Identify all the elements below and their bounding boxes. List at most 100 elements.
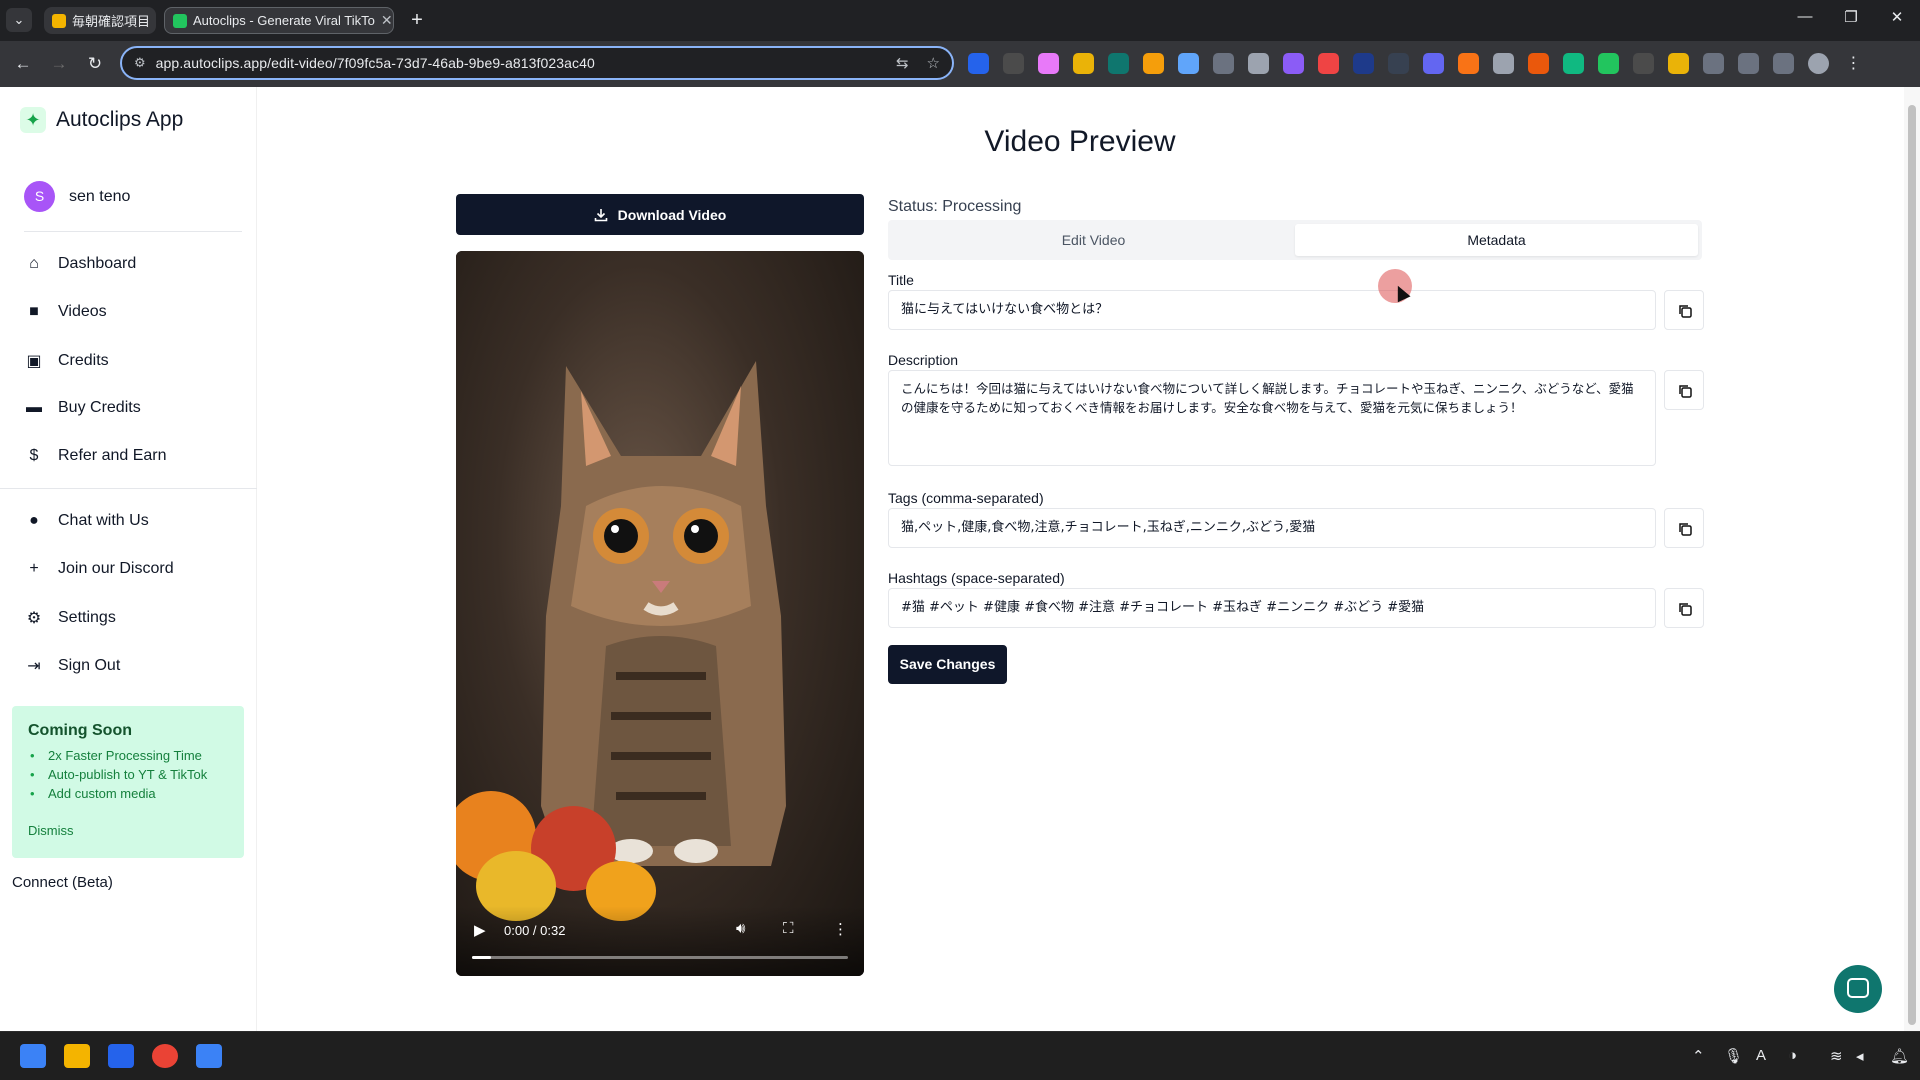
sidebar-item-videos[interactable]: ■ Videos <box>24 303 106 321</box>
tags-field[interactable]: 猫,ペット,健康,食べ物,注意,チョコレート,玉ねぎ,ニンニク,ぶどう,愛猫 <box>888 508 1656 548</box>
title-field[interactable]: 猫に与えてはいけない食べ物とは？ <box>888 290 1656 330</box>
address-url[interactable]: app.autoclips.app/edit-video/7f09fc5a-73… <box>156 55 595 71</box>
browser-toolbar: ← → ↻ ⚙ app.autoclips.app/edit-video/7f0… <box>0 41 1920 87</box>
sidebar-item-buy-credits[interactable]: ▬ Buy Credits <box>24 399 141 417</box>
tab-search-button[interactable]: ⌄ <box>6 8 32 32</box>
dismiss-link[interactable]: Dismiss <box>28 823 74 838</box>
volume-icon[interactable]: 🔊︎ <box>736 920 745 937</box>
hashtags-field[interactable]: #猫 #ペット #健康 #食べ物 #注意 #チョコレート #玉ねぎ #ニンニク … <box>888 588 1656 628</box>
connect-beta-label[interactable]: Connect (Beta) <box>12 874 113 891</box>
chrome-icon[interactable] <box>152 1044 178 1068</box>
browser-tab-bar: ⌄ 毎朝確認項目 Autoclips - Generate Viral TikT… <box>0 0 1920 41</box>
list-item: Auto-publish to YT & TikTok <box>30 767 228 782</box>
restore-icon[interactable]: ❐ <box>1831 8 1871 26</box>
page-scrollbar[interactable] <box>1904 87 1920 1031</box>
new-tab-button[interactable]: + <box>404 8 430 32</box>
extension-icon[interactable] <box>1528 53 1549 74</box>
extension-icon[interactable] <box>1003 53 1024 74</box>
copy-title-button[interactable] <box>1664 290 1704 330</box>
page-title: Video Preview <box>984 125 1176 158</box>
windows-start-icon[interactable] <box>20 1044 46 1068</box>
tab-close-icon[interactable]: ✕ <box>375 12 393 29</box>
fullscreen-icon[interactable]: ⛶ <box>783 920 794 937</box>
extension-icon[interactable] <box>1388 53 1409 74</box>
extension-icon[interactable] <box>1318 53 1339 74</box>
extension-icon[interactable] <box>1563 53 1584 74</box>
tab-edit-video[interactable]: Edit Video <box>892 224 1295 256</box>
description-textarea[interactable]: こんにちは！今回は猫に与えてはいけない食べ物について詳しく解説します。チョコレー… <box>888 370 1656 466</box>
extension-icon[interactable] <box>1423 53 1444 74</box>
notepad-icon[interactable] <box>196 1044 222 1068</box>
chevron-up-icon[interactable]: ⌃ <box>1692 1047 1705 1065</box>
wifi-icon[interactable]: ≋ <box>1830 1047 1843 1065</box>
reading-list-icon[interactable] <box>1738 53 1759 74</box>
sidebar: ✦ Autoclips App S sen teno ⌂ Dashboard ■… <box>0 87 257 1031</box>
tab-metadata[interactable]: Metadata <box>1295 224 1698 256</box>
notification-bell-icon[interactable]: 🔔︎ <box>1890 1047 1909 1065</box>
user-profile[interactable]: S sen teno <box>24 181 130 212</box>
download-video-label: Download Video <box>617 206 727 223</box>
extension-icon[interactable] <box>1353 53 1374 74</box>
extension-icon[interactable] <box>1038 53 1059 74</box>
sidebar-item-label: Sign Out <box>58 657 121 674</box>
sidebar-item-credits[interactable]: ▣ Credits <box>24 351 108 371</box>
vscode-icon[interactable] <box>108 1044 134 1068</box>
forward-arrow-icon[interactable]: → <box>48 53 70 75</box>
folder-icon <box>52 13 66 28</box>
site-info-icon[interactable]: ⚙ <box>134 55 146 71</box>
extension-icon[interactable] <box>1283 53 1304 74</box>
microphone-icon[interactable]: 🎙︎ <box>1724 1047 1743 1065</box>
status-icon[interactable]: ◑ <box>1788 1047 1797 1064</box>
copy-tags-button[interactable] <box>1664 508 1704 548</box>
sidebar-item-join-discord[interactable]: + Join our Discord <box>24 560 173 578</box>
file-explorer-icon[interactable] <box>64 1044 90 1068</box>
divider <box>24 231 242 232</box>
sidebar-item-refer-and-earn[interactable]: $ Refer and Earn <box>24 447 167 465</box>
copy-description-button[interactable] <box>1664 370 1704 410</box>
chat-bubble-icon <box>1847 978 1869 998</box>
minimize-icon[interactable]: — <box>1785 8 1825 25</box>
browser-tab-1[interactable]: 毎朝確認項目 <box>44 7 156 34</box>
extension-icon[interactable] <box>1633 53 1654 74</box>
chat-widget-button[interactable] <box>1834 965 1882 1013</box>
bookmark-star-icon[interactable]: ☆ <box>927 54 940 72</box>
download-icon[interactable] <box>1773 53 1794 74</box>
sidebar-item-dashboard[interactable]: ⌂ Dashboard <box>24 255 136 273</box>
extension-icon[interactable] <box>1213 53 1234 74</box>
extension-icon[interactable] <box>1143 53 1164 74</box>
extension-icon[interactable] <box>968 53 989 74</box>
extension-icon[interactable] <box>1108 53 1129 74</box>
scrollbar-thumb[interactable] <box>1908 105 1916 1025</box>
back-arrow-icon[interactable]: ← <box>12 53 34 75</box>
download-video-button[interactable]: Download Video <box>456 194 864 235</box>
more-vertical-icon[interactable]: ⋮ <box>1843 53 1864 74</box>
volume-icon[interactable]: ◂ <box>1856 1047 1864 1065</box>
save-changes-button[interactable]: Save Changes <box>888 645 1007 684</box>
address-bar[interactable]: ⚙ app.autoclips.app/edit-video/7f09fc5a-… <box>120 46 954 80</box>
sidebar-item-label: Chat with Us <box>58 512 149 529</box>
brand[interactable]: ✦ Autoclips App <box>20 107 183 133</box>
video-player[interactable]: ▶ 0:00 / 0:32 🔊︎ ⛶ ⋮ <box>456 251 864 976</box>
description-label: Description <box>888 352 959 368</box>
extension-icon[interactable] <box>1248 53 1269 74</box>
extension-icon[interactable] <box>1458 53 1479 74</box>
translate-icon[interactable]: ⇆ <box>896 54 909 72</box>
ime-icon[interactable]: A <box>1756 1047 1766 1064</box>
extension-icon[interactable] <box>1598 53 1619 74</box>
extension-icon[interactable] <box>1178 53 1199 74</box>
reload-icon[interactable]: ↻ <box>84 53 106 75</box>
puzzle-piece-icon[interactable] <box>1703 53 1724 74</box>
extension-icon[interactable] <box>1073 53 1094 74</box>
profile-avatar-icon[interactable] <box>1808 53 1829 74</box>
more-vertical-icon[interactable]: ⋮ <box>833 920 848 938</box>
extension-icon[interactable] <box>1493 53 1514 74</box>
sidebar-item-settings[interactable]: ⚙ Settings <box>24 608 116 628</box>
extension-icon[interactable] <box>1668 53 1689 74</box>
window-close-icon[interactable]: ✕ <box>1877 8 1917 26</box>
copy-hashtags-button[interactable] <box>1664 588 1704 628</box>
play-icon[interactable]: ▶ <box>474 921 486 939</box>
video-progress-track[interactable] <box>472 956 848 959</box>
sidebar-item-chat-with-us[interactable]: ● Chat with Us <box>24 512 149 530</box>
sidebar-item-sign-out[interactable]: ⇥ Sign Out <box>24 656 120 676</box>
browser-tab-2[interactable]: Autoclips - Generate Viral TikTo ✕ <box>164 7 394 34</box>
